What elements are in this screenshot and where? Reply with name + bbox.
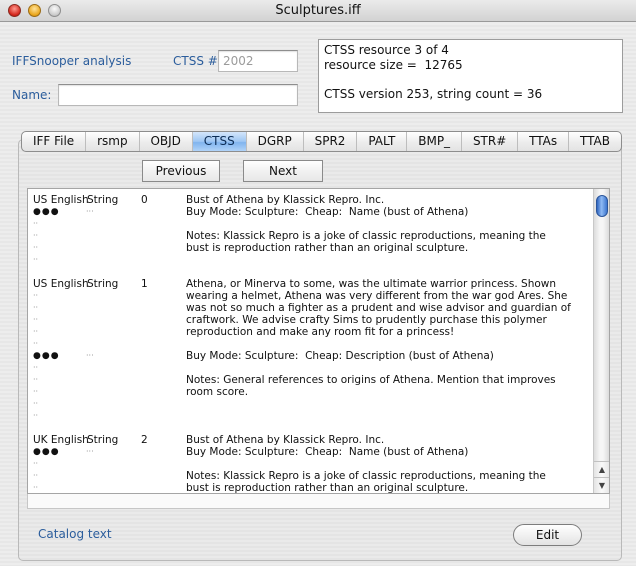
string-text-line: reproduction and make any room fit for a… bbox=[186, 326, 455, 338]
resource-info-box: CTSS resource 3 of 4 resource size = 127… bbox=[318, 39, 623, 113]
continuation-marker-icon: ·· bbox=[33, 363, 39, 372]
string-entry[interactable]: UK English String 2 Bust of Athena by Klass… bbox=[28, 434, 594, 494]
ellipsis-marker-icon: ··· bbox=[86, 351, 94, 360]
continuation-marker-icon: ·· bbox=[33, 243, 39, 252]
string-list[interactable]: US English String 0 Bust of Athena by Klass… bbox=[27, 188, 610, 494]
continuation-marker-icon: ·· bbox=[33, 483, 39, 492]
continuation-marker-icon: ·· bbox=[33, 219, 39, 228]
string-text-line: Buy Mode: Sculpture: Cheap: Name (bust o… bbox=[186, 446, 469, 458]
string-text-line: Buy Mode: Sculpture: Cheap: Name (bust o… bbox=[186, 206, 469, 218]
edit-button[interactable]: Edit bbox=[513, 524, 582, 546]
ctss-number-field[interactable]: 2002 bbox=[218, 50, 298, 72]
resource-index-text: CTSS resource 3 of 4 bbox=[324, 43, 449, 57]
string-type: String bbox=[87, 434, 119, 446]
string-language: UK English bbox=[33, 434, 89, 446]
vertical-scrollbar[interactable]: ▲ ▼ bbox=[593, 189, 609, 493]
string-text-line: craftwork. We advise crafty Sims to prud… bbox=[186, 314, 547, 326]
continuation-marker-icon: ·· bbox=[33, 459, 39, 468]
string-text-line: Athena, or Minerva to some, was the ulti… bbox=[186, 278, 557, 290]
continuation-marker-icon: ·· bbox=[33, 387, 39, 396]
continuation-marker-icon: ·· bbox=[33, 315, 39, 324]
string-index: 1 bbox=[141, 278, 148, 290]
string-text-line: was not so much a fighter as a prudent a… bbox=[186, 302, 571, 314]
name-field[interactable] bbox=[58, 84, 298, 106]
string-text-line: Bust of Athena by Klassick Repro. Inc. bbox=[186, 194, 385, 206]
name-label: Name: bbox=[12, 88, 52, 102]
string-text-line: bust is reproduction rather than an orig… bbox=[186, 242, 469, 254]
continuation-marker-icon: ·· bbox=[33, 375, 39, 384]
resource-size-text: resource size = 12765 bbox=[324, 58, 463, 72]
tab-ctss[interactable]: CTSS bbox=[192, 132, 247, 151]
next-button[interactable]: Next bbox=[243, 160, 323, 182]
close-button[interactable] bbox=[8, 4, 21, 17]
string-type: String bbox=[87, 194, 119, 206]
string-text-line: Buy Mode: Sculpture: Cheap: Description … bbox=[186, 350, 494, 362]
scroll-up-arrow-icon[interactable]: ▲ bbox=[594, 461, 609, 477]
tab-spr2[interactable]: SPR2 bbox=[304, 132, 358, 151]
ellipsis-marker-icon: ··· bbox=[86, 447, 94, 456]
tab-ttab[interactable]: TTAB bbox=[569, 132, 621, 151]
version-string-count-text: CTSS version 253, string count = 36 bbox=[324, 87, 543, 101]
continuation-marker-icon: ·· bbox=[33, 327, 39, 336]
title-bar[interactable]: Sculptures.iff bbox=[0, 0, 636, 22]
string-index: 2 bbox=[141, 434, 148, 446]
continuation-marker-icon: ·· bbox=[33, 255, 39, 264]
zoom-button[interactable] bbox=[48, 4, 61, 17]
ellipsis-marker-icon: ··· bbox=[86, 207, 94, 216]
string-language: US English bbox=[33, 278, 89, 290]
window-title: Sculptures.iff bbox=[275, 3, 361, 18]
continuation-marker-icon: ·· bbox=[33, 471, 39, 480]
string-entry[interactable]: US English String 0 Bust of Athena by Klass… bbox=[28, 194, 594, 266]
string-text-line: Notes: General references to origins of … bbox=[186, 374, 556, 386]
bullet-marker-icon: ●●● bbox=[33, 351, 60, 361]
minimize-button[interactable] bbox=[28, 4, 41, 17]
bullet-marker-icon: ●●● bbox=[33, 447, 60, 457]
tab-str[interactable]: STR# bbox=[462, 132, 519, 151]
string-text-line: Notes: Klassick Repro is a joke of class… bbox=[186, 230, 546, 242]
previous-button[interactable]: Previous bbox=[142, 160, 220, 182]
tab-palt[interactable]: PALT bbox=[357, 132, 408, 151]
string-language: US English bbox=[33, 194, 89, 206]
catalog-text-label: Catalog text bbox=[38, 527, 112, 541]
horizontal-scrollbar[interactable] bbox=[27, 494, 610, 509]
continuation-marker-icon: ·· bbox=[33, 399, 39, 408]
continuation-marker-icon: ·· bbox=[33, 339, 39, 348]
tab-ttas[interactable]: TTAs bbox=[518, 132, 570, 151]
string-type: String bbox=[87, 278, 119, 290]
scroll-down-arrow-icon[interactable]: ▼ bbox=[594, 477, 609, 493]
string-text-line: wearing a helmet, Athena was very differ… bbox=[186, 290, 568, 302]
resource-tab-bar: IFF File rsmp OBJD CTSS DGRP SPR2 PALT B… bbox=[21, 131, 622, 152]
tab-dgrp[interactable]: DGRP bbox=[247, 132, 304, 151]
string-entry[interactable]: US English String 1 Athena, or Minerva to s… bbox=[28, 278, 594, 422]
tab-rsmp[interactable]: rsmp bbox=[86, 132, 140, 151]
string-text-line: Notes: Klassick Repro is a joke of class… bbox=[186, 470, 546, 482]
continuation-marker-icon: ·· bbox=[33, 291, 39, 300]
ctss-number-label: CTSS # bbox=[173, 54, 218, 68]
app-label: IFFSnooper analysis bbox=[12, 54, 132, 68]
continuation-marker-icon: ·· bbox=[33, 231, 39, 240]
continuation-marker-icon: ·· bbox=[33, 411, 39, 420]
string-text-line: bust is reproduction rather than an orig… bbox=[186, 482, 469, 494]
tab-bmp[interactable]: BMP_ bbox=[407, 132, 462, 151]
string-index: 0 bbox=[141, 194, 148, 206]
string-text-line: Bust of Athena by Klassick Repro. Inc. bbox=[186, 434, 385, 446]
scroll-thumb[interactable] bbox=[596, 195, 608, 217]
string-text-line: room score. bbox=[186, 386, 249, 398]
tab-objd[interactable]: OBJD bbox=[140, 132, 193, 151]
tab-iff-file[interactable]: IFF File bbox=[22, 132, 87, 151]
bullet-marker-icon: ●●● bbox=[33, 207, 60, 217]
continuation-marker-icon: ·· bbox=[33, 303, 39, 312]
